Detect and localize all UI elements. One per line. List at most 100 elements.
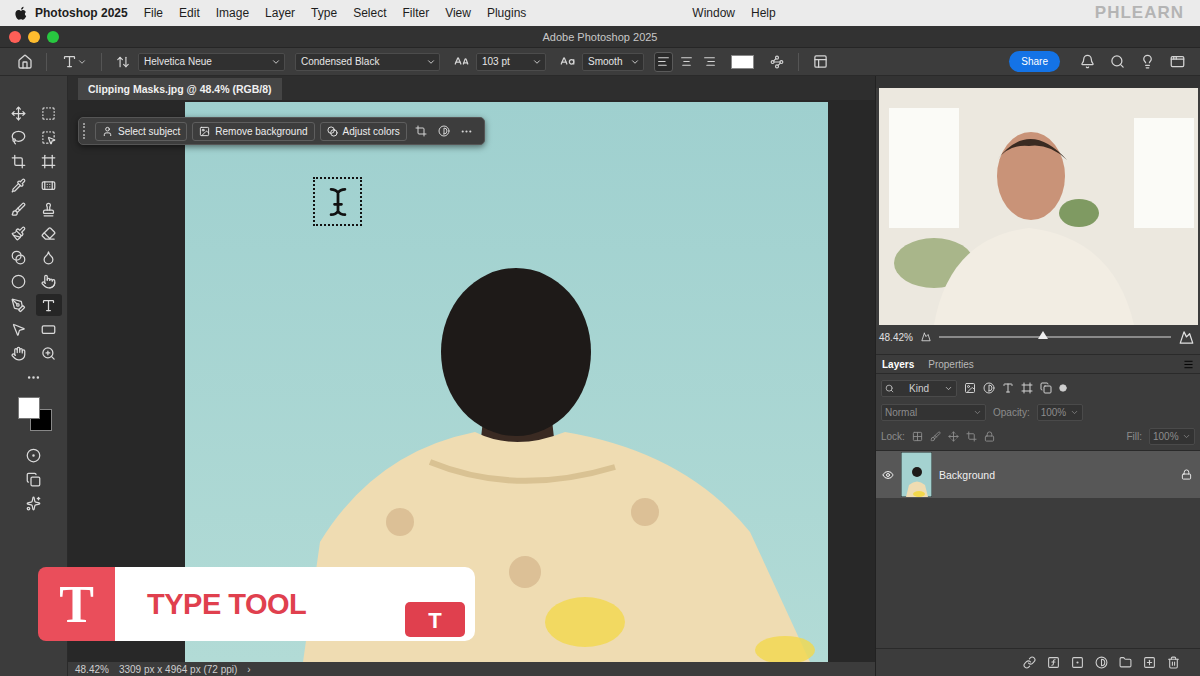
panel-tab[interactable]: Layers [882, 359, 914, 370]
discover-button[interactable] [1134, 52, 1160, 72]
more-button[interactable] [458, 121, 476, 141]
blend-mode-dropdown[interactable]: Normal [881, 404, 986, 421]
tool-button[interactable] [36, 318, 62, 340]
tool-button[interactable] [6, 318, 32, 340]
tool-button[interactable] [36, 126, 62, 148]
tool-button[interactable] [6, 294, 32, 316]
menu-item[interactable]: Layer [257, 6, 303, 20]
grip-icon [83, 123, 86, 139]
new-group-icon[interactable] [1119, 656, 1132, 669]
menu-item[interactable]: Type [303, 6, 345, 20]
more-tools-button[interactable] [21, 366, 47, 388]
tool-button[interactable] [36, 342, 62, 364]
layer-row[interactable]: Background [876, 451, 1200, 498]
align-button[interactable] [700, 52, 719, 72]
warp-text-button[interactable] [766, 52, 788, 72]
share-button[interactable]: Share [1009, 51, 1060, 72]
tool-button[interactable] [6, 150, 32, 172]
app-menu[interactable]: Photoshop 2025 [27, 6, 136, 20]
delete-layer-icon[interactable] [1167, 656, 1180, 669]
font-size-field[interactable]: 103 pt [476, 53, 546, 71]
tool-preset-button[interactable] [57, 52, 91, 72]
tool-button[interactable] [36, 150, 62, 172]
menu-item[interactable]: File [136, 6, 171, 20]
context-button[interactable]: Remove background [192, 122, 314, 141]
screen-mode-button[interactable] [21, 468, 47, 490]
font-style-dropdown[interactable]: Condensed Black [295, 53, 440, 71]
menu-item[interactable]: Help [743, 6, 784, 20]
zoom-button[interactable] [47, 31, 59, 43]
menu-item[interactable]: Edit [171, 6, 208, 20]
align-button[interactable] [677, 52, 696, 72]
align-button[interactable] [654, 52, 673, 72]
foreground-swatch[interactable] [18, 397, 40, 419]
add-mask-icon[interactable] [1071, 656, 1084, 669]
menu-item[interactable]: Select [345, 6, 394, 20]
tool-button[interactable] [6, 102, 32, 124]
menu-item[interactable]: Image [208, 6, 257, 20]
document-dimensions: 3309 px x 4964 px (72 ppi) [119, 664, 237, 675]
visibility-eye-icon[interactable] [882, 469, 894, 481]
notifications-button[interactable] [1074, 52, 1100, 72]
lightbulb-icon [1140, 54, 1155, 69]
minimize-button[interactable] [28, 31, 40, 43]
menu-item[interactable]: Plugins [479, 6, 534, 20]
filter-kind-dropdown[interactable]: Kind [881, 380, 957, 397]
new-layer-icon[interactable] [1143, 656, 1156, 669]
layer-style-icon[interactable] [1047, 656, 1060, 669]
tool-button[interactable] [36, 294, 62, 316]
generative-button[interactable] [21, 492, 47, 514]
tool-button[interactable] [36, 222, 62, 244]
adjustment-layer-icon[interactable] [1095, 656, 1108, 669]
search-icon [885, 384, 894, 393]
adjust-button[interactable] [435, 121, 453, 141]
apple-logo-icon[interactable] [14, 6, 27, 21]
font-family-dropdown[interactable]: Helvetica Neue [138, 53, 285, 71]
text-insertion-box[interactable] [313, 177, 362, 226]
home-button[interactable] [14, 52, 36, 72]
stamp-icon [41, 202, 56, 217]
context-button[interactable]: Adjust colors [320, 122, 407, 141]
tool-button[interactable] [36, 246, 62, 268]
tool-button[interactable] [6, 342, 32, 364]
opacity-field[interactable]: 100% [1037, 404, 1083, 421]
zoom-slider[interactable] [939, 336, 1171, 338]
tool-button[interactable] [36, 174, 62, 196]
tool-button[interactable] [6, 174, 32, 196]
crop-button[interactable] [412, 121, 430, 141]
search-button[interactable] [1104, 52, 1130, 72]
tool-button[interactable] [6, 198, 32, 220]
hand-icon [11, 346, 26, 361]
pen-icon [11, 298, 26, 313]
zoom-slider-thumb[interactable] [1038, 331, 1048, 339]
font-size-icon [454, 54, 469, 69]
anti-alias-dropdown[interactable]: Smooth [582, 53, 644, 71]
rectangle-icon [41, 322, 56, 337]
tool-button[interactable] [6, 246, 32, 268]
tool-button[interactable] [36, 270, 62, 292]
menu-item[interactable]: Filter [394, 6, 437, 20]
orientation-button[interactable] [112, 52, 134, 72]
tool-button[interactable] [6, 126, 32, 148]
link-layers-icon[interactable] [1023, 656, 1036, 669]
menu-item[interactable]: Window [684, 6, 743, 20]
navigator-zoom: 48.42% [879, 332, 913, 343]
workspace-button[interactable] [1164, 52, 1190, 72]
tool-button[interactable] [6, 222, 32, 244]
menu-item[interactable]: View [437, 6, 479, 20]
fill-field[interactable]: 100% [1149, 428, 1195, 445]
panels-button[interactable] [809, 52, 831, 72]
tool-button[interactable] [36, 198, 62, 220]
document-tab[interactable]: Clipping Masks.jpg @ 48.4% (RGB/8) [78, 78, 282, 100]
context-button[interactable]: Select subject [95, 122, 187, 141]
tool-button[interactable] [36, 102, 62, 124]
text-color-swatch[interactable] [731, 55, 754, 69]
menu-right: WindowHelp [684, 6, 783, 20]
panel-tab[interactable]: Properties [928, 359, 974, 370]
status-menu-arrow[interactable]: › [247, 664, 250, 675]
tool-button[interactable] [6, 270, 32, 292]
menu-bar: Photoshop 2025FileEditImageLayerTypeSele… [0, 0, 1200, 26]
quick-mask-button[interactable] [21, 444, 47, 466]
close-button[interactable] [9, 31, 21, 43]
type-filter-icon [1002, 382, 1014, 394]
